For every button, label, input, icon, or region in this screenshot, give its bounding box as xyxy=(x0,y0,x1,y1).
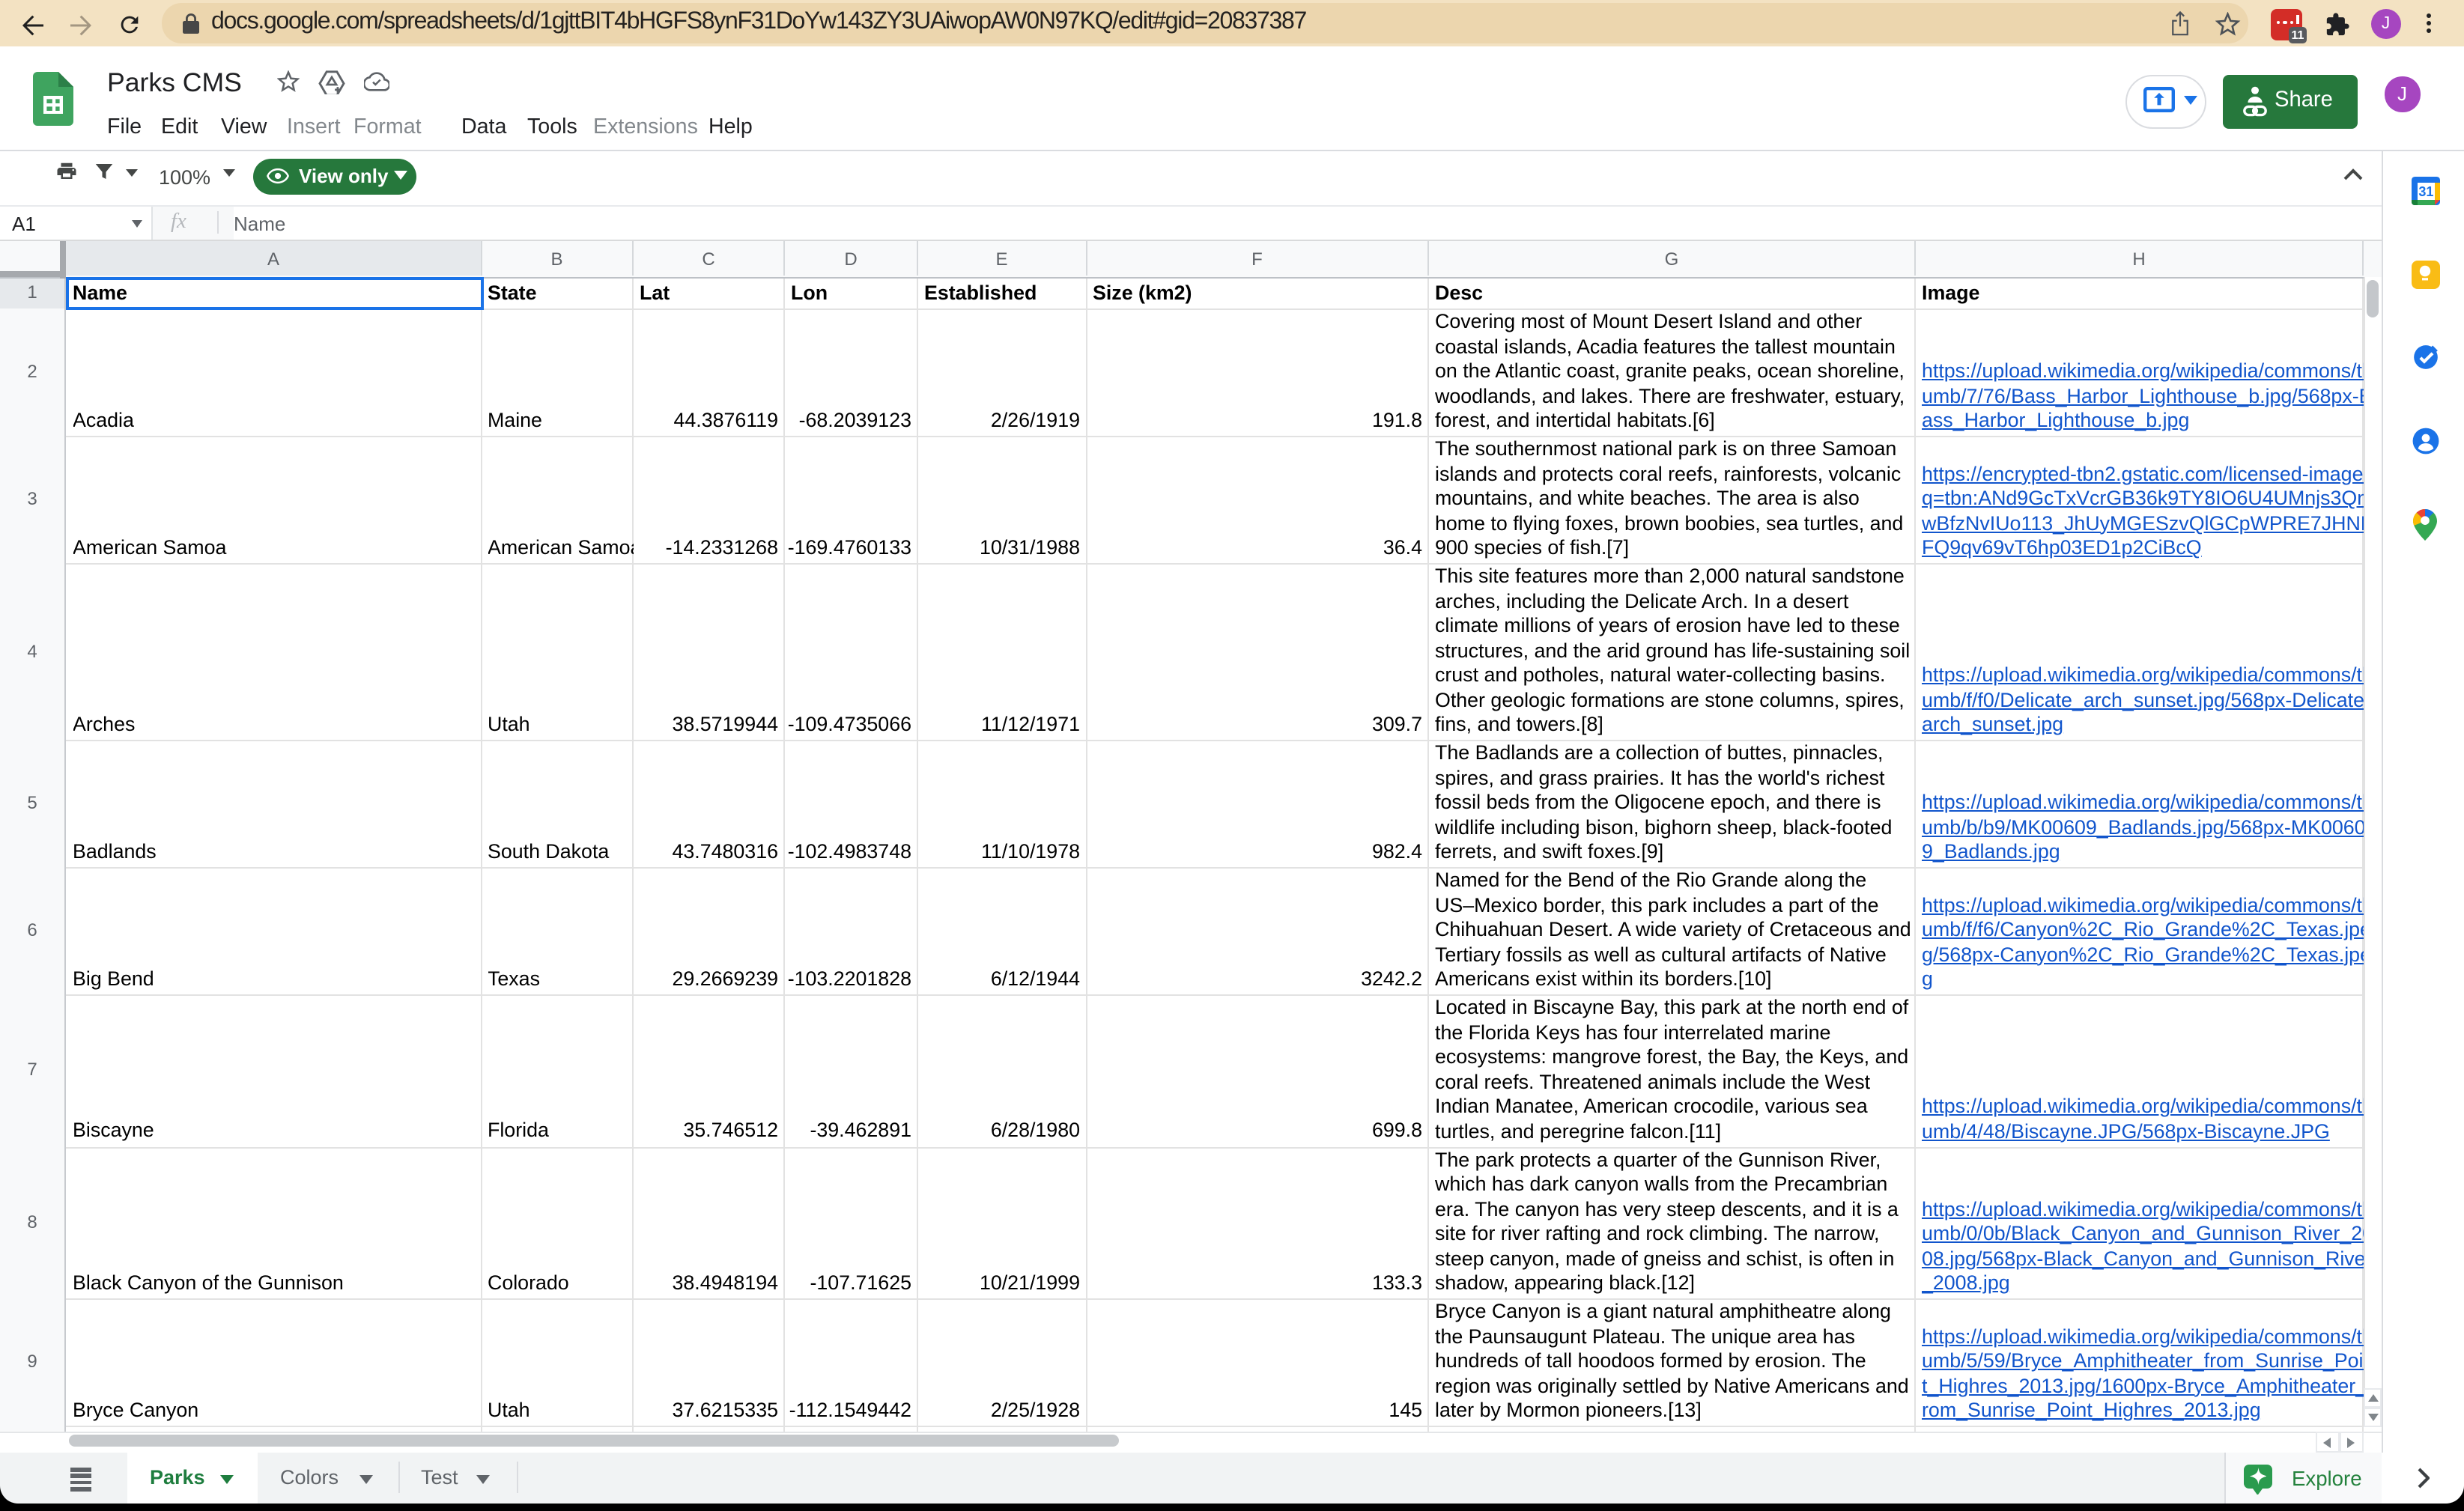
svg-text:31: 31 xyxy=(2418,184,2433,199)
